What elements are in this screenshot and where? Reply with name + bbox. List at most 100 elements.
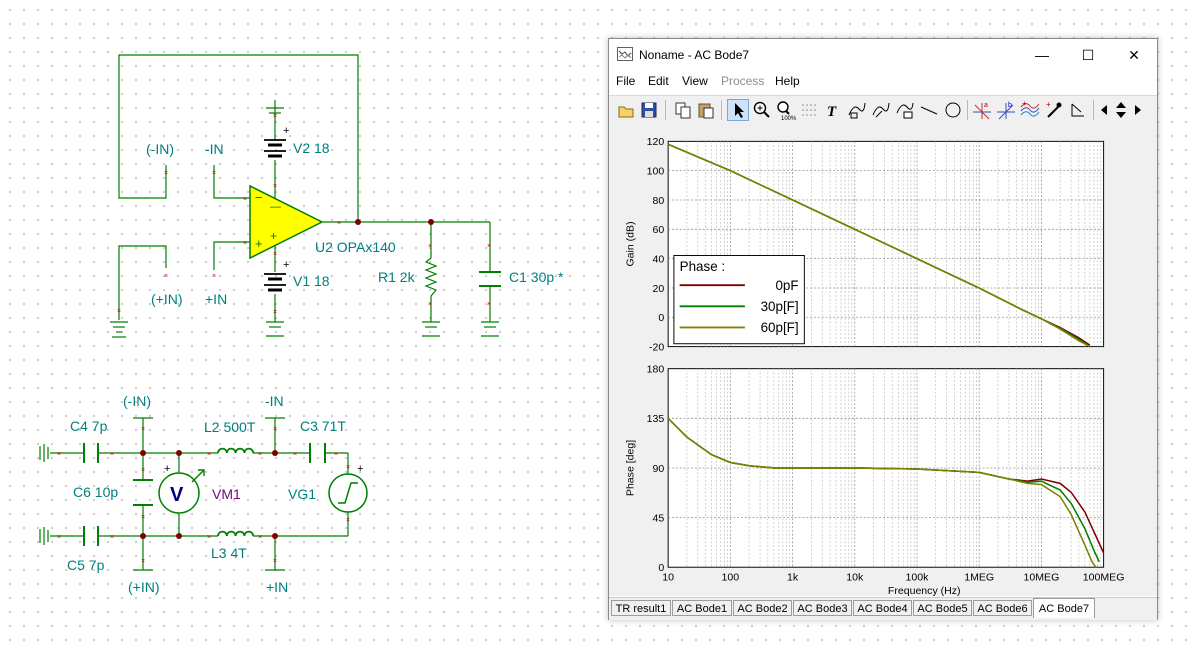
xlabel: Frequency (Hz) — [888, 585, 961, 596]
scroll-right-icon[interactable] — [1131, 99, 1145, 121]
menu-help[interactable]: Help — [775, 74, 800, 88]
label-pos-in: +IN — [205, 291, 227, 307]
ac-bode-window[interactable]: Noname - AC Bode7 — ☐ ✕ File Edit View P… — [608, 38, 1158, 620]
vg1-generator[interactable] — [328, 473, 368, 513]
label-vm1: VM1 — [212, 486, 241, 502]
xtick-label: 100MEG — [1083, 572, 1125, 584]
label-neg-in-bottom: -IN — [265, 393, 284, 409]
legend-entry-1: 30p[F] — [761, 299, 799, 314]
svg-text:×: × — [110, 451, 114, 458]
svg-text:T: T — [827, 104, 837, 120]
menu-file[interactable]: File — [616, 74, 635, 88]
svg-text:×: × — [273, 113, 277, 120]
circle-icon[interactable] — [942, 99, 964, 121]
minimize-button[interactable]: — — [1019, 39, 1065, 71]
svg-text:×: × — [293, 451, 297, 458]
zoom-in-icon[interactable] — [751, 99, 773, 121]
label-pos-in-paren: (+IN) — [151, 291, 183, 307]
voltmeter-v-icon: V — [170, 484, 184, 506]
cursor-a-icon[interactable]: a — [971, 99, 993, 121]
zoom-100-icon[interactable]: 100% — [774, 99, 796, 121]
label-opamp: U2 OPAx140 — [315, 239, 396, 255]
tab-ac-bode2[interactable]: AC Bode2 — [733, 600, 792, 616]
c1-capacitor[interactable] — [479, 271, 501, 287]
gain-ytick-label: 40 — [653, 253, 665, 265]
menu-view[interactable]: View — [682, 74, 708, 88]
r1-resistor[interactable] — [424, 257, 438, 297]
svg-text:×: × — [273, 309, 277, 316]
scroll-updown-icon[interactable] — [1113, 99, 1129, 121]
curve-label-3-icon[interactable] — [894, 99, 916, 121]
opamp-plus: + — [255, 236, 263, 251]
svg-text:×: × — [57, 451, 61, 458]
curve-label-icon[interactable] — [846, 99, 868, 121]
label-vg1: VG1 — [288, 486, 316, 502]
dropper-icon[interactable]: + — [1043, 99, 1065, 121]
label-v1: V1 18 — [293, 273, 330, 289]
pointer-icon[interactable] — [727, 99, 749, 121]
svg-text:×: × — [110, 534, 114, 541]
svg-text:+: + — [1022, 99, 1027, 108]
maximize-button[interactable]: ☐ — [1065, 39, 1111, 71]
legend-title: Phase : — [680, 259, 725, 274]
svg-text:×: × — [337, 220, 341, 227]
label-v2: V2 18 — [293, 140, 330, 156]
svg-text:×: × — [141, 558, 145, 565]
label-r1: R1 2k — [378, 269, 416, 285]
svg-text:×: × — [141, 467, 145, 474]
label-l2: L2 500T — [204, 419, 256, 435]
tab-ac-bode1[interactable]: AC Bode1 — [672, 600, 732, 616]
step-icon[interactable] — [1067, 99, 1089, 121]
l3-inductor[interactable] — [217, 530, 255, 537]
phase-ytick-label: 180 — [647, 364, 665, 376]
menu-process[interactable]: Process — [721, 74, 764, 88]
copy-icon[interactable] — [672, 99, 694, 121]
legend-entry-2: 60p[F] — [761, 320, 799, 335]
feedback-wire[interactable] — [118, 54, 359, 222]
xtick-label: 10MEG — [1024, 572, 1060, 584]
phase-ytick-label: 90 — [653, 463, 665, 475]
gain-ytick-label: 80 — [653, 195, 665, 207]
cursor-b-icon[interactable]: b — [995, 99, 1017, 121]
plot-area[interactable]: 120 100 80 60 40 20 0 -20 Gain (dB) 180 135 90 45 0 Ph… — [609, 126, 1157, 597]
bode-plots[interactable]: 120100806040200-20Gain (dB)18013590450Ph… — [609, 126, 1157, 597]
tab-ac-bode5[interactable]: AC Bode5 — [913, 600, 972, 616]
tab-ac-bode6[interactable]: AC Bode6 — [973, 600, 1032, 616]
tab-ac-bode3[interactable]: AC Bode3 — [793, 600, 852, 616]
tab-ac-bode7[interactable]: AC Bode7 — [1033, 598, 1095, 618]
svg-text:×: × — [141, 514, 145, 521]
grid-icon[interactable] — [798, 99, 820, 121]
tab-ac-bode4[interactable]: AC Bode4 — [853, 600, 912, 616]
gain-ytick-label: -20 — [649, 341, 664, 353]
save-icon[interactable] — [638, 99, 660, 121]
l2-inductor[interactable] — [217, 447, 255, 454]
result-tabs: TR result1 AC Bode1 AC Bode2 AC Bode3 AC… — [609, 597, 1157, 620]
phase-ylabel: Phase [deg] — [625, 440, 637, 496]
svg-text:×: × — [212, 273, 216, 280]
label-neg-in-paren-bottom: (-IN) — [123, 393, 151, 409]
gain-ylabel: Gain (dB) — [625, 221, 637, 266]
text-icon[interactable]: T — [822, 99, 844, 121]
open-icon[interactable] — [615, 99, 637, 121]
vm-plus: + — [164, 463, 170, 475]
tab-tr-result1[interactable]: TR result1 — [611, 600, 671, 616]
paste-icon[interactable] — [695, 99, 717, 121]
close-button[interactable]: ✕ — [1111, 39, 1157, 71]
vm1-voltmeter[interactable]: V — [158, 469, 205, 514]
label-neg-in-paren: (-IN) — [146, 141, 174, 157]
schematic-canvas[interactable]: − + — + × × × × × × × × × × × × × × × × (-IN) -I… — [0, 0, 600, 645]
gain-ytick-label: 120 — [647, 136, 665, 148]
svg-text:×: × — [428, 301, 432, 308]
svg-text:×: × — [273, 426, 277, 433]
label-c6: C6 10p — [73, 484, 118, 500]
svg-text:×: × — [346, 517, 350, 524]
curve-label-2-icon[interactable] — [870, 99, 892, 121]
menu-edit[interactable]: Edit — [648, 74, 669, 88]
line-icon[interactable] — [918, 99, 940, 121]
title-bar[interactable]: Noname - AC Bode7 — ☐ ✕ — [609, 39, 1157, 71]
pos-in-wire[interactable] — [118, 245, 167, 320]
xtick-label: 1k — [787, 572, 799, 584]
svg-text:+: + — [270, 229, 277, 243]
scroll-left-icon[interactable] — [1097, 99, 1111, 121]
curves-icon[interactable]: + — [1019, 99, 1041, 121]
